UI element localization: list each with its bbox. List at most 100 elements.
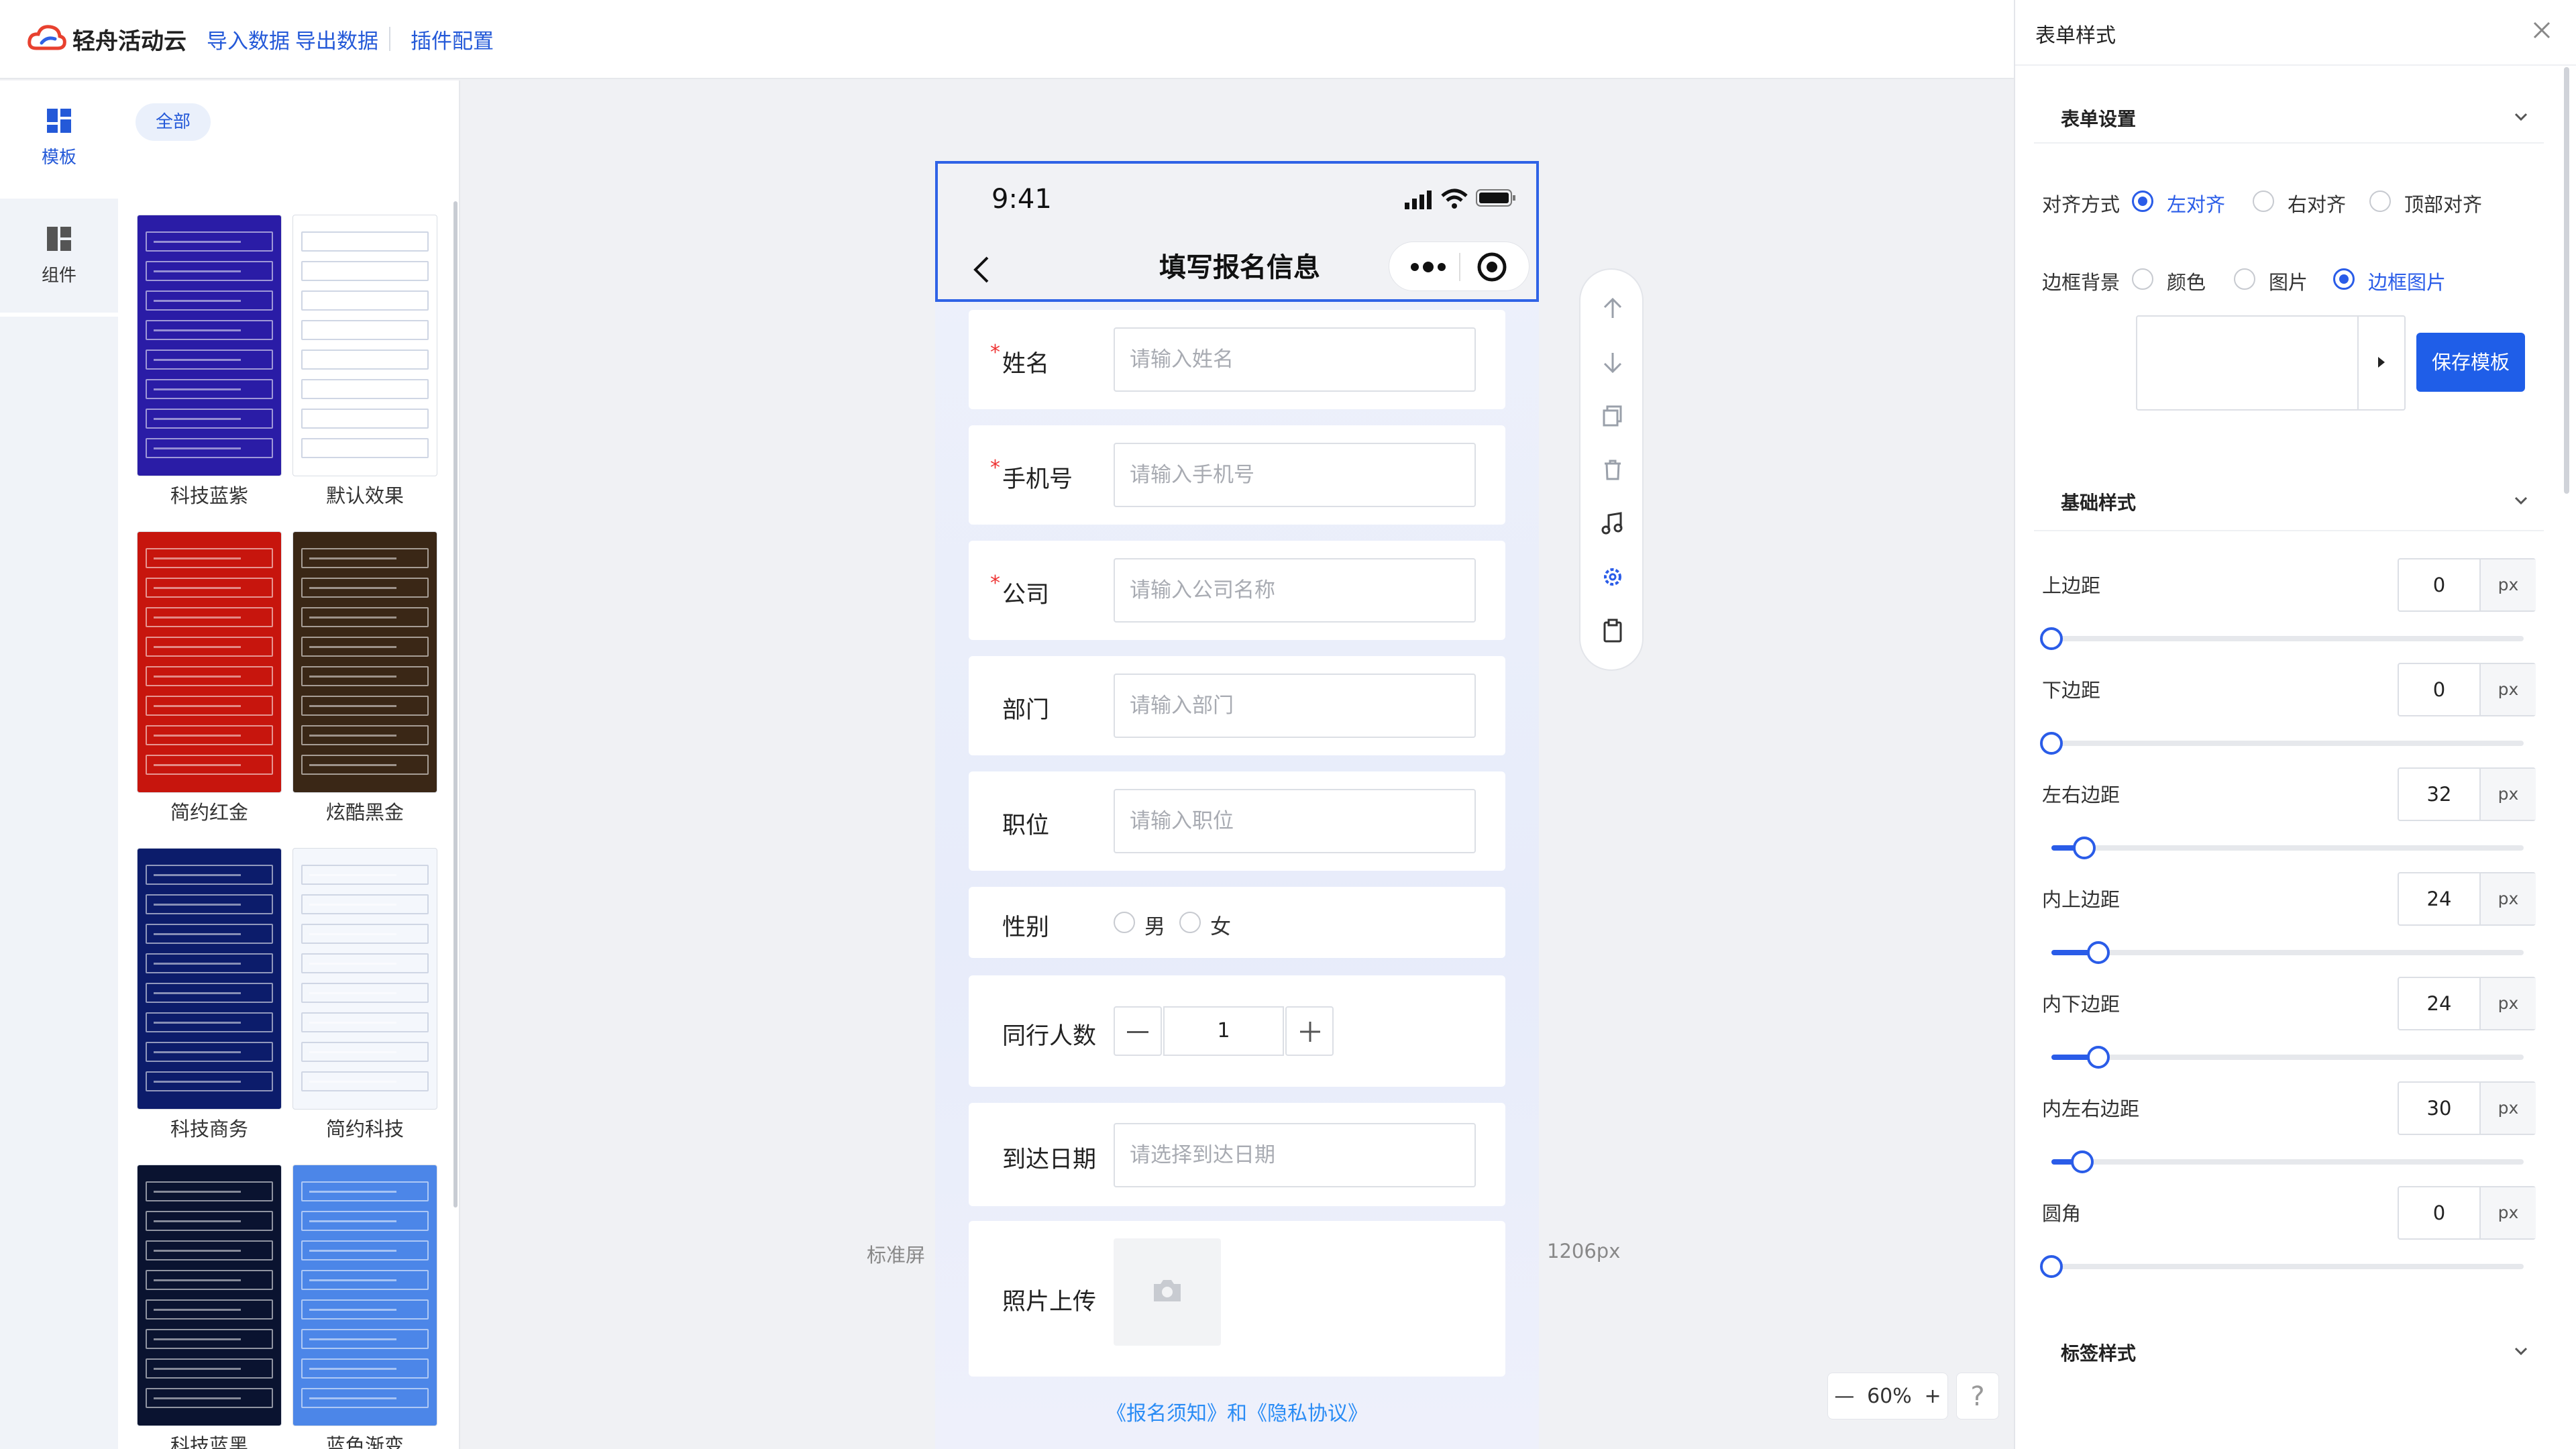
rail-item-component[interactable]: 组件 xyxy=(0,199,118,313)
company-input[interactable]: 请输入公司名称 xyxy=(1114,558,1476,623)
param-slider-handle[interactable] xyxy=(2087,941,2110,964)
panel-scrollbar[interactable] xyxy=(2564,67,2569,494)
field-card-phone[interactable]: * 手机号 请输入手机号 xyxy=(969,425,1505,525)
bg-image-label[interactable]: 图片 xyxy=(2269,267,2308,295)
param-slider-track[interactable] xyxy=(2051,741,2524,746)
param-slider-track[interactable] xyxy=(2051,1055,2524,1060)
gender-female-radio[interactable] xyxy=(1179,912,1201,933)
param-slider-track[interactable] xyxy=(2051,636,2524,641)
param-value[interactable]: 30 xyxy=(2399,1083,2479,1134)
rail-item-template[interactable]: 模板 xyxy=(0,80,118,195)
mini-program-capsule[interactable] xyxy=(1389,241,1529,291)
position-input[interactable]: 请输入职位 xyxy=(1114,789,1476,853)
param-number-input[interactable]: 0 px xyxy=(2398,1186,2536,1240)
param-slider-handle[interactable] xyxy=(2040,627,2063,650)
param-number-input[interactable]: 32 px xyxy=(2398,767,2536,821)
department-input[interactable]: 请输入部门 xyxy=(1114,674,1476,738)
more-dots-icon[interactable] xyxy=(1409,260,1447,274)
align-top-radio[interactable] xyxy=(2369,191,2391,212)
param-slider-handle[interactable] xyxy=(2073,837,2096,859)
gender-male-radio[interactable] xyxy=(1114,912,1135,933)
align-top-label[interactable]: 顶部对齐 xyxy=(2404,189,2482,217)
import-data-link[interactable]: 导入数据 xyxy=(207,24,290,54)
bg-border-image-radio[interactable] xyxy=(2333,268,2355,290)
copy-icon[interactable] xyxy=(1601,404,1625,428)
bg-color-radio[interactable] xyxy=(2132,268,2153,290)
move-up-icon[interactable] xyxy=(1601,297,1625,321)
param-value[interactable]: 32 xyxy=(2399,769,2479,820)
bg-border-image-label[interactable]: 边框图片 xyxy=(2368,267,2446,295)
template-thumbnail[interactable] xyxy=(137,531,282,793)
align-right-radio[interactable] xyxy=(2253,191,2274,212)
param-slider-handle[interactable] xyxy=(2040,732,2063,755)
photo-upload-box[interactable] xyxy=(1114,1238,1221,1346)
filter-all-chip[interactable]: 全部 xyxy=(136,103,211,141)
field-card-gender[interactable]: 性别 男 女 xyxy=(969,887,1505,958)
close-icon[interactable] xyxy=(2532,20,2552,40)
template-thumbnail[interactable] xyxy=(137,215,282,476)
section-basic-style[interactable]: 基础样式 xyxy=(2061,488,2136,515)
template-thumbnail[interactable] xyxy=(292,1165,437,1426)
logo[interactable]: 轻舟活动云 xyxy=(27,20,186,58)
param-number-input[interactable]: 0 px xyxy=(2398,558,2536,612)
field-card-arrival[interactable]: 到达日期 请选择到达日期 xyxy=(969,1103,1505,1206)
template-thumbnail[interactable] xyxy=(292,848,437,1110)
section-form-settings[interactable]: 表单设置 xyxy=(2061,105,2136,131)
border-image-picker[interactable] xyxy=(2136,315,2406,411)
param-value[interactable]: 24 xyxy=(2399,873,2479,924)
param-value[interactable]: 0 xyxy=(2399,559,2479,610)
param-slider-track[interactable] xyxy=(2051,845,2524,851)
param-slider-track[interactable] xyxy=(2051,1159,2524,1165)
help-button[interactable]: ? xyxy=(1956,1373,1999,1419)
phone-input[interactable]: 请输入手机号 xyxy=(1114,443,1476,507)
template-thumbnail[interactable] xyxy=(137,848,282,1110)
param-slider-track[interactable] xyxy=(2051,950,2524,955)
param-value[interactable]: 0 xyxy=(2399,664,2479,715)
move-down-icon[interactable] xyxy=(1601,350,1625,374)
param-number-input[interactable]: 24 px xyxy=(2398,872,2536,926)
picker-arrow[interactable] xyxy=(2357,317,2404,409)
companions-count[interactable]: 1 xyxy=(1163,1006,1284,1056)
bg-image-radio[interactable] xyxy=(2234,268,2255,290)
template-scrollbar[interactable] xyxy=(453,201,458,1208)
field-card-company[interactable]: * 公司 请输入公司名称 xyxy=(969,541,1505,640)
param-slider-handle[interactable] xyxy=(2071,1150,2094,1173)
delete-icon[interactable] xyxy=(1601,458,1625,482)
param-value[interactable]: 24 xyxy=(2399,978,2479,1029)
template-thumbnail[interactable] xyxy=(137,1165,282,1426)
align-right-label[interactable]: 右对齐 xyxy=(2288,189,2346,217)
decrement-button[interactable] xyxy=(1114,1006,1162,1056)
param-number-input[interactable]: 0 px xyxy=(2398,663,2536,716)
param-number-input[interactable]: 30 px xyxy=(2398,1081,2536,1135)
name-input[interactable]: 请输入姓名 xyxy=(1114,327,1476,392)
close-target-icon[interactable] xyxy=(1477,252,1507,282)
field-card-name[interactable]: * 姓名 请输入姓名 xyxy=(969,310,1505,409)
settings-gear-icon[interactable] xyxy=(1601,565,1625,589)
align-left-label[interactable]: 左对齐 xyxy=(2167,189,2225,217)
bg-color-label[interactable]: 颜色 xyxy=(2167,267,2206,295)
chevron-down-icon[interactable] xyxy=(2512,491,2530,510)
music-icon[interactable] xyxy=(1601,511,1625,535)
param-slider-track[interactable] xyxy=(2051,1264,2524,1269)
increment-button[interactable] xyxy=(1285,1006,1334,1056)
template-thumbnail[interactable] xyxy=(292,215,437,476)
chevron-down-icon[interactable] xyxy=(2512,107,2530,126)
param-slider-handle[interactable] xyxy=(2040,1255,2063,1278)
export-data-link[interactable]: 导出数据 xyxy=(295,24,378,54)
field-card-photo[interactable]: 照片上传 xyxy=(969,1221,1505,1377)
zoom-in-button[interactable]: + xyxy=(1924,1385,1941,1408)
align-left-radio[interactable] xyxy=(2132,191,2153,212)
template-thumbnail[interactable] xyxy=(292,531,437,793)
save-template-button[interactable]: 保存模板 xyxy=(2416,333,2525,392)
agreement-links[interactable]: 《报名须知》和《隐私协议》 xyxy=(935,1397,1539,1426)
section-label-style[interactable]: 标签样式 xyxy=(2061,1339,2136,1366)
phone-header[interactable]: 9:41 填写报名信息 xyxy=(935,161,1539,302)
field-card-department[interactable]: 部门 请输入部门 xyxy=(969,656,1505,755)
param-number-input[interactable]: 24 px xyxy=(2398,977,2536,1030)
field-card-companions[interactable]: 同行人数 1 xyxy=(969,975,1505,1087)
param-slider-handle[interactable] xyxy=(2087,1046,2110,1069)
arrival-date-input[interactable]: 请选择到达日期 xyxy=(1114,1123,1476,1187)
param-value[interactable]: 0 xyxy=(2399,1187,2479,1238)
field-card-position[interactable]: 职位 请输入职位 xyxy=(969,771,1505,871)
zoom-out-button[interactable]: — xyxy=(1834,1385,1854,1408)
